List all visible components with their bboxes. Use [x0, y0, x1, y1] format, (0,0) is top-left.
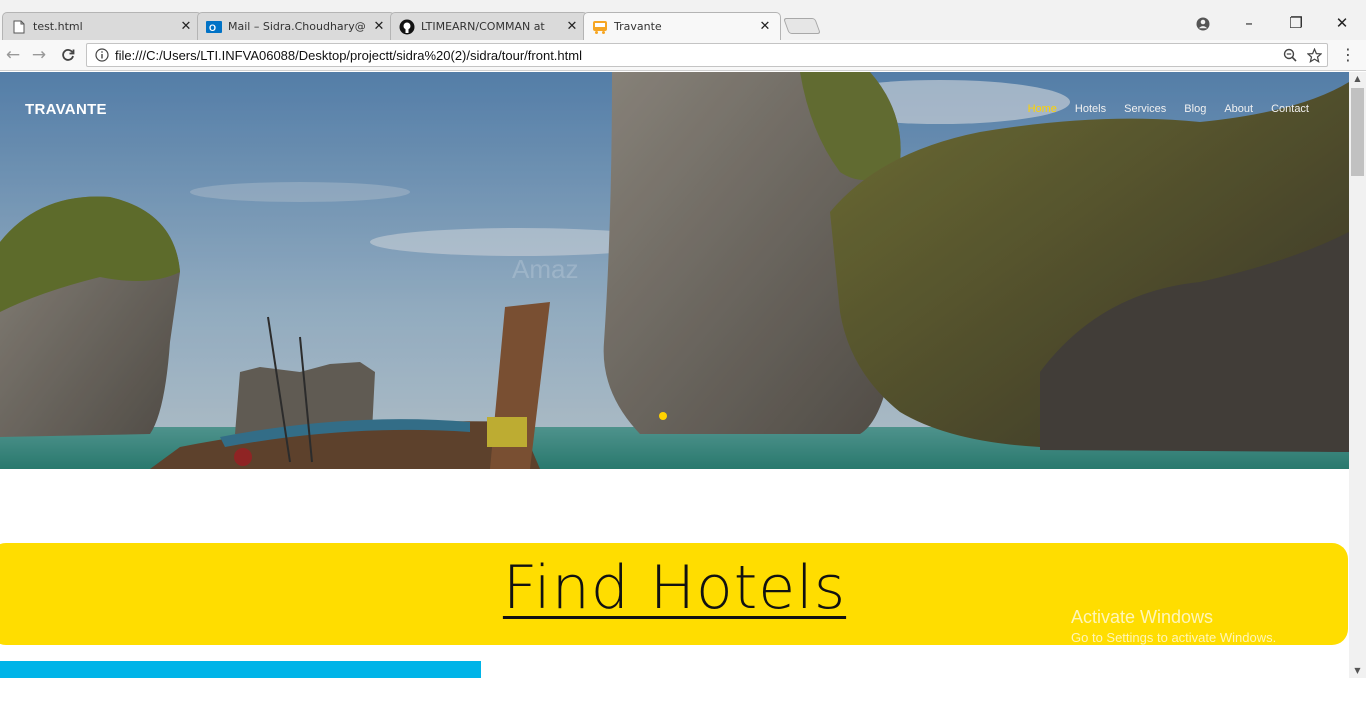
reload-icon	[62, 48, 75, 61]
tab-travante[interactable]: Travante ✕	[583, 12, 781, 40]
browser-toolbar: ← → file:///C:/Users/LTI.INFVA06088/Desk…	[0, 40, 1366, 71]
close-icon[interactable]: ✕	[758, 19, 772, 34]
nav-blog[interactable]: Blog	[1184, 103, 1206, 115]
nav-services[interactable]: Services	[1124, 103, 1166, 115]
tab-github[interactable]: LTIMEARN/COMMAN at ✕	[390, 12, 588, 40]
site-nav: Home Hotels Services Blog About Contact	[1028, 103, 1309, 115]
forward-button[interactable]: →	[28, 43, 50, 67]
hero-banner: Amaz TRAVANTE Home Hotels Services Blog …	[0, 72, 1349, 469]
profile-icon[interactable]	[1183, 10, 1223, 36]
scroll-down-icon[interactable]: ▼	[1349, 664, 1366, 678]
tab-title: Travante	[614, 20, 662, 33]
close-icon[interactable]: ✕	[372, 19, 386, 34]
info-icon[interactable]	[93, 46, 111, 64]
outlook-icon: O	[206, 19, 222, 35]
tab-strip: test.html ✕ O Mail – Sidra.Choudhary@ ✕ …	[0, 0, 1366, 40]
nav-about[interactable]: About	[1224, 103, 1253, 115]
hero-watermark-text: Amaz	[512, 254, 579, 284]
window-close-button[interactable]: ✕	[1322, 10, 1362, 36]
zoom-icon[interactable]	[1279, 44, 1301, 66]
bookmark-star-icon[interactable]	[1303, 44, 1325, 66]
nav-hotels[interactable]: Hotels	[1075, 103, 1106, 115]
progress-bar	[0, 661, 481, 678]
tab-mail[interactable]: O Mail – Sidra.Choudhary@ ✕	[197, 12, 395, 40]
close-icon[interactable]: ✕	[179, 19, 193, 34]
page-viewport: Amaz TRAVANTE Home Hotels Services Blog …	[0, 72, 1349, 728]
nav-home[interactable]: Home	[1028, 103, 1057, 115]
reload-button[interactable]	[57, 43, 79, 67]
tab-title: test.html	[33, 20, 83, 33]
github-icon	[399, 19, 415, 35]
browser-menu-icon[interactable]: ⋮	[1340, 44, 1356, 66]
tab-title: LTIMEARN/COMMAN at	[421, 20, 545, 33]
scroll-up-icon[interactable]: ▲	[1349, 72, 1366, 86]
svg-text:O: O	[209, 23, 216, 33]
back-button[interactable]: ←	[2, 43, 24, 67]
activate-windows-subtitle: Go to Settings to activate Windows.	[1071, 630, 1277, 645]
minimize-button[interactable]: –	[1229, 10, 1269, 36]
document-icon	[11, 19, 27, 35]
activate-windows-title: Activate Windows	[1071, 607, 1214, 627]
site-logo[interactable]: TRAVANTE	[25, 101, 107, 118]
new-tab-button[interactable]	[783, 18, 821, 34]
tab-test-html[interactable]: test.html ✕	[2, 12, 202, 40]
bus-icon	[592, 19, 608, 35]
scrollbar-thumb[interactable]	[1351, 88, 1364, 176]
tab-title: Mail – Sidra.Choudhary@	[228, 20, 366, 33]
carousel-indicator[interactable]	[659, 412, 667, 420]
nav-contact[interactable]: Contact	[1271, 103, 1309, 115]
close-icon[interactable]: ✕	[565, 19, 579, 34]
hero-landscape-image	[0, 72, 1349, 469]
activate-windows-watermark: Activate Windows Go to Settings to activ…	[1071, 607, 1276, 645]
restore-button[interactable]: ❐	[1276, 10, 1316, 36]
page-scrollbar[interactable]: ▲ ▼	[1349, 72, 1366, 678]
address-bar[interactable]: file:///C:/Users/LTI.INFVA06088/Desktop/…	[86, 43, 1328, 67]
url-text: file:///C:/Users/LTI.INFVA06088/Desktop/…	[115, 47, 582, 63]
